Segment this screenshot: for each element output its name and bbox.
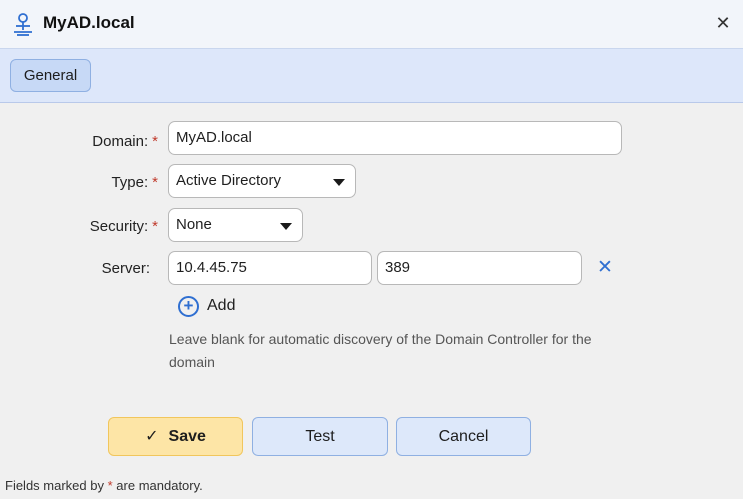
domain-label: Domain: * [92,133,158,150]
domain-input[interactable]: MyAD.local [168,121,622,155]
chevron-down-icon [280,223,292,230]
checkmark-icon: ✓ [145,428,159,445]
save-label: Save [168,428,206,445]
required-marker: * [107,478,113,493]
chevron-down-icon [333,179,345,186]
plus-circle-icon: + [178,295,199,317]
close-icon[interactable]: ✕ [712,12,734,34]
add-label: Add [207,297,236,314]
add-server-button[interactable]: + Add [178,294,235,318]
server-host-input[interactable]: 10.4.45.75 [168,251,372,285]
required-marker: * [152,133,158,150]
tab-general[interactable]: General [10,59,91,92]
dialog-title: MyAD.local [43,13,135,32]
remove-server-icon[interactable]: ✕ [596,258,614,278]
cancel-button[interactable]: Cancel [396,417,531,456]
required-marker: * [152,218,158,235]
server-label: Server: [101,260,150,277]
tab-bar: General [0,48,743,103]
required-marker: * [152,174,158,191]
server-port-input[interactable]: 389 [377,251,582,285]
security-select-value: None [176,216,212,233]
type-label: Type: * [111,174,158,191]
network-domain-icon [12,12,34,36]
type-select-value: Active Directory [176,172,282,189]
type-select[interactable]: Active Directory [168,164,356,198]
save-button[interactable]: ✓ Save [108,417,243,456]
dialog-title-bar: MyAD.local ✕ [0,0,743,48]
security-label: Security: * [89,218,158,235]
security-select[interactable]: None [168,208,303,242]
test-button[interactable]: Test [252,417,388,456]
mandatory-fields-note: Fields marked by * are mandatory. [5,478,203,493]
server-hint-text: Leave blank for automatic discovery of t… [169,331,592,370]
